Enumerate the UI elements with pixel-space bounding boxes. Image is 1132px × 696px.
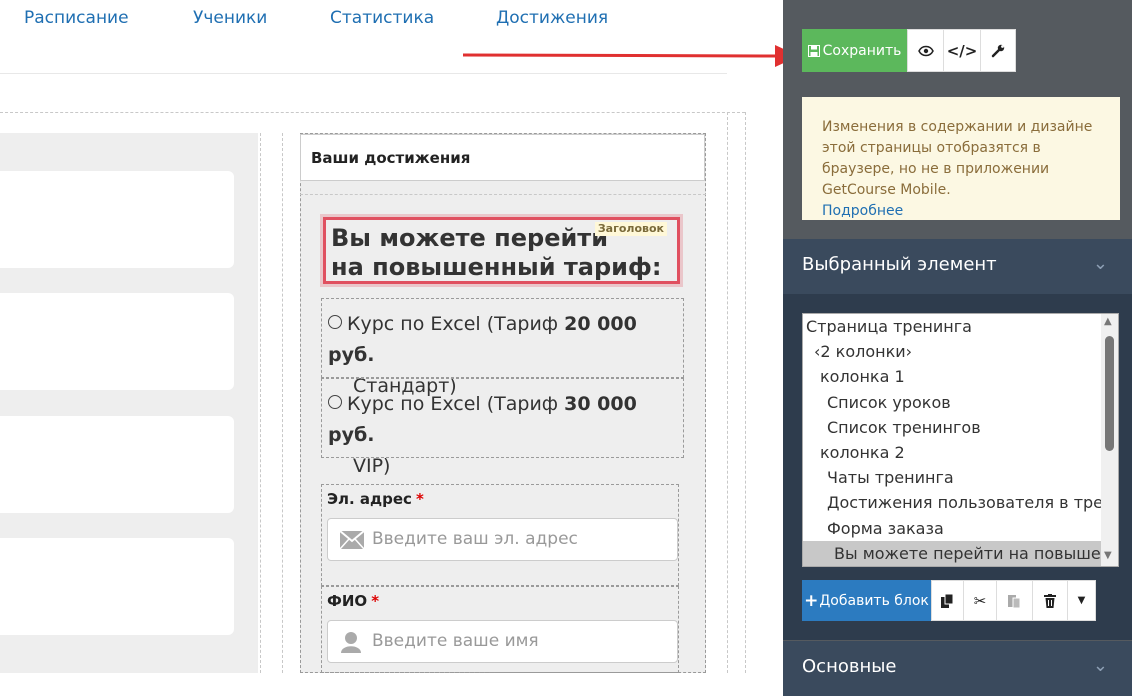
email-field[interactable]: Введите ваш эл. адрес <box>327 518 678 561</box>
add-block-button[interactable]: + Добавить блок <box>802 580 931 621</box>
annotation-arrow <box>463 45 799 67</box>
trash-icon <box>1044 593 1056 608</box>
lesson-card[interactable] <box>0 416 234 513</box>
caret-down-icon: ▼ <box>1077 595 1086 606</box>
tree-item[interactable]: Список тренингов <box>803 415 1118 440</box>
tree-item[interactable]: Список уроков <box>803 390 1118 415</box>
basic-section-header[interactable]: Основные ⌄ <box>783 641 1132 696</box>
tree-item[interactable]: колонка 2 <box>803 440 1118 465</box>
lesson-card[interactable] <box>0 293 234 390</box>
code-icon: </> <box>946 41 978 60</box>
copy-icon <box>941 593 954 608</box>
copy-button[interactable] <box>931 580 964 621</box>
email-placeholder: Введите ваш эл. адрес <box>372 529 578 549</box>
settings-button[interactable] <box>980 29 1016 72</box>
tariff-option[interactable]: Курс по Excel (Тариф 20 000 руб. Стандар… <box>321 298 684 397</box>
eye-icon <box>917 45 934 56</box>
scroll-thumb[interactable] <box>1105 336 1114 451</box>
editor-guide-line <box>745 112 746 673</box>
section-title: Выбранный элемент <box>802 254 997 275</box>
paste-icon <box>1008 594 1021 608</box>
floppy-icon <box>807 44 820 57</box>
option-name: Курс по Excel (Тариф <box>347 393 559 415</box>
editor-guide-line <box>300 194 706 195</box>
nav-statistics-link[interactable]: Статистика <box>330 8 434 28</box>
nav-students-link[interactable]: Ученики <box>193 8 267 28</box>
tree-item[interactable]: колонка 1 <box>803 364 1118 389</box>
name-placeholder: Введите ваше имя <box>372 631 539 651</box>
selected-element-header[interactable]: Выбранный элемент ⌄ <box>783 239 1132 294</box>
name-field[interactable]: Введите ваше имя <box>327 620 678 663</box>
preview-button[interactable] <box>907 29 944 72</box>
tariff-option[interactable]: Курс по Excel (Тариф 30 000 руб. VIP) <box>321 378 684 477</box>
tree-item[interactable]: ‹2 колонки› <box>803 339 1118 364</box>
element-type-tag: Заголовок <box>594 222 667 236</box>
user-icon <box>341 632 361 653</box>
tree-item[interactable]: Достижения пользователя в трен <box>803 490 1118 515</box>
tree-scrollbar[interactable]: ▲ ▼ <box>1101 314 1118 566</box>
tree-item[interactable]: Форма заказа <box>803 516 1118 541</box>
scroll-up-icon[interactable]: ▲ <box>1104 316 1112 327</box>
chevron-down-icon[interactable]: ⌄ <box>1093 253 1108 274</box>
info-text: Изменения в содержании и дизайне этой ст… <box>822 119 1093 198</box>
name-label: ФИО * <box>327 592 380 610</box>
paste-button[interactable] <box>996 580 1033 621</box>
delete-button[interactable] <box>1032 580 1068 621</box>
wrench-icon <box>991 44 1005 57</box>
editor-guide-line <box>260 133 261 673</box>
code-button[interactable]: </> <box>943 29 981 72</box>
envelope-icon <box>340 531 364 549</box>
editor-guide-line <box>0 112 745 113</box>
info-notice: Изменения в содержании и дизайне этой ст… <box>802 97 1120 220</box>
section-title: Основные <box>802 656 897 677</box>
nav-schedule-link[interactable]: Расписание <box>24 8 129 28</box>
more-info-link[interactable]: Подробнее <box>822 203 903 219</box>
editor-guide-line <box>282 133 283 673</box>
achievements-title: Ваши достижения <box>311 149 471 167</box>
cut-button[interactable]: ✂ <box>963 580 997 621</box>
element-tree[interactable]: Страница тренинга ‹2 колонки› колонка 1 Спи… <box>802 313 1119 567</box>
tree-item[interactable]: Чаты тренинга <box>803 465 1118 490</box>
nav-divider <box>0 73 727 74</box>
selected-heading-block[interactable]: Вы можете перейти на повышенный тариф: З… <box>320 214 683 287</box>
tree-item[interactable]: Страница тренинга <box>803 314 1118 339</box>
editor-guide-line <box>727 112 728 673</box>
save-button[interactable]: Сохранить <box>802 29 907 72</box>
radio-button[interactable] <box>328 395 342 409</box>
scissors-icon: ✂ <box>973 591 987 610</box>
lesson-card[interactable] <box>0 538 234 635</box>
column-1[interactable] <box>0 133 258 673</box>
option-name: Курс по Excel (Тариф <box>347 313 559 335</box>
tree-item[interactable]: Вы можете перейти на повышенн <box>803 540 1118 566</box>
scroll-down-icon[interactable]: ▼ <box>1104 550 1112 561</box>
lesson-card[interactable] <box>0 171 234 268</box>
heading-line-2: на повышенный тариф: <box>331 253 662 281</box>
more-actions-button[interactable]: ▼ <box>1067 580 1096 621</box>
email-label: Эл. адрес * <box>327 490 424 508</box>
nav-achievements-link[interactable]: Достижения <box>496 8 608 28</box>
plus-icon: + <box>804 590 819 611</box>
achievements-block[interactable]: Ваши достижения <box>300 134 705 181</box>
option-name-cont: VIP) <box>353 455 391 477</box>
radio-button[interactable] <box>328 315 342 329</box>
